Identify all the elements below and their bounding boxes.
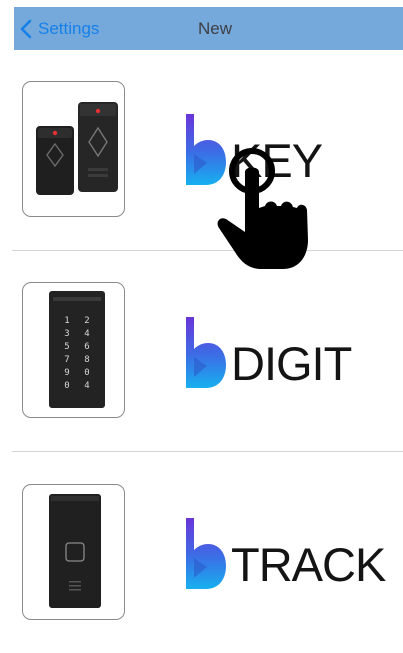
b-brand-icon	[186, 317, 226, 388]
keypad-key: 4	[84, 381, 89, 391]
chevron-left-icon	[20, 19, 32, 38]
device-row-digit[interactable]: 1 2 3 4 5 6 7 8 9 0 0 4 DIGIT	[0, 251, 403, 452]
bdigit-logo: DIGIT	[183, 317, 352, 390]
keypad-key: 0	[84, 368, 89, 378]
keypad-key: 3	[64, 329, 69, 339]
keypad-key: 9	[64, 368, 69, 378]
device-name-key: KEY	[231, 134, 323, 187]
b-brand-icon	[186, 518, 226, 589]
page-title: New	[198, 19, 233, 38]
keypad-key: 8	[84, 355, 89, 365]
keypad-key: 4	[84, 329, 89, 339]
b-brand-icon	[186, 114, 226, 185]
device-name-digit: DIGIT	[231, 337, 352, 390]
digit-device-thumbnail: 1 2 3 4 5 6 7 8 9 0 0 4	[22, 282, 125, 418]
keypad-key: 0	[64, 381, 69, 391]
btrack-logo: TRACK	[183, 518, 386, 591]
device-row-track[interactable]: TRACK	[0, 452, 403, 653]
key-device-thumbnail	[22, 81, 125, 217]
back-button[interactable]: Settings	[20, 7, 99, 50]
keypad-key: 2	[84, 316, 89, 326]
keypad-key: 1	[64, 316, 69, 326]
keypad-key: 5	[64, 342, 69, 352]
bkey-logo: KEY	[183, 114, 323, 187]
track-device-thumbnail	[22, 484, 125, 620]
back-button-label: Settings	[38, 18, 100, 38]
keypad-key: 7	[64, 355, 69, 365]
device-row-key[interactable]: KEY	[0, 50, 403, 251]
keypad-key: 6	[84, 342, 89, 352]
navigation-bar: Settings New	[14, 7, 403, 50]
device-name-track: TRACK	[231, 538, 386, 591]
